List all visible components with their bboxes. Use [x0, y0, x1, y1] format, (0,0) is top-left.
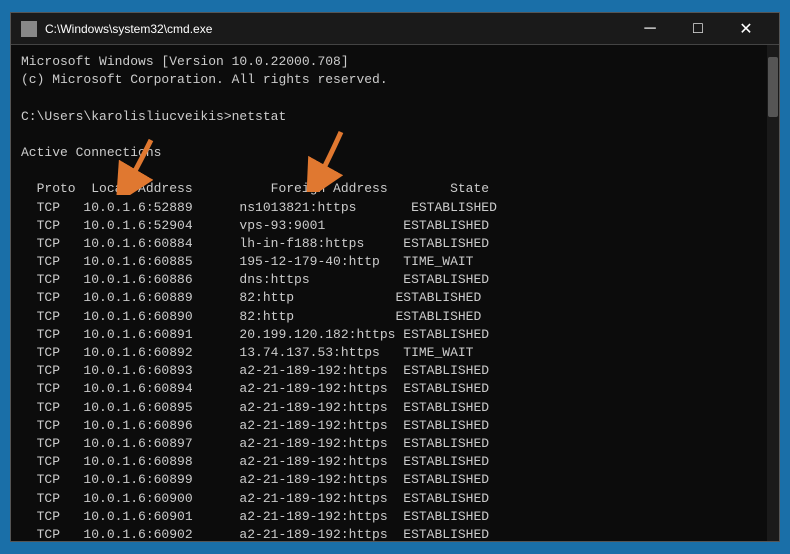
table-row: TCP 10.0.1.6:60886 dns:https ESTABLISHED	[21, 271, 757, 289]
table-body: TCP 10.0.1.6:52889 ns1013821:https ESTAB…	[21, 199, 757, 542]
table-row: TCP 10.0.1.6:60899 a2-21-189-192:https E…	[21, 471, 757, 489]
table-row: TCP 10.0.1.6:60897 a2-21-189-192:https E…	[21, 435, 757, 453]
table-row: TCP 10.0.1.6:60901 a2-21-189-192:https E…	[21, 508, 757, 526]
table-row: TCP 10.0.1.6:60885 195-12-179-40:http TI…	[21, 253, 757, 271]
scrollbar-thumb[interactable]	[768, 57, 778, 117]
output-line-7	[21, 162, 757, 180]
output-line-5	[21, 126, 757, 144]
output-line-2: (c) Microsoft Corporation. All rights re…	[21, 71, 757, 89]
table-row: TCP 10.0.1.6:60890 82:http ESTABLISHED	[21, 308, 757, 326]
table-row: TCP 10.0.1.6:60900 a2-21-189-192:https E…	[21, 490, 757, 508]
table-row: TCP 10.0.1.6:60893 a2-21-189-192:https E…	[21, 362, 757, 380]
titlebar: C:\Windows\system32\cmd.exe ─ □ ✕	[11, 13, 779, 45]
table-row: TCP 10.0.1.6:52904 vps-93:9001 ESTABLISH…	[21, 217, 757, 235]
table-row: TCP 10.0.1.6:60902 a2-21-189-192:https E…	[21, 526, 757, 541]
table-row: TCP 10.0.1.6:60891 20.199.120.182:https …	[21, 326, 757, 344]
window-icon	[21, 21, 37, 37]
minimize-button[interactable]: ─	[627, 13, 673, 45]
table-row: TCP 10.0.1.6:52889 ns1013821:https ESTAB…	[21, 199, 757, 217]
window-title: C:\Windows\system32\cmd.exe	[45, 22, 619, 36]
active-connections-label: Active Connections	[21, 144, 757, 162]
terminal-output[interactable]: Microsoft Windows [Version 10.0.22000.70…	[11, 45, 767, 541]
table-row: TCP 10.0.1.6:60884 lh-in-f188:https ESTA…	[21, 235, 757, 253]
table-header: Proto Local Address Foreign Address Stat…	[21, 180, 757, 198]
terminal-content: Microsoft Windows [Version 10.0.22000.70…	[11, 45, 779, 541]
maximize-button[interactable]: □	[675, 13, 721, 45]
output-line-4: C:\Users\karolisliucveikis>netstat	[21, 108, 757, 126]
window-controls: ─ □ ✕	[627, 13, 769, 45]
cmd-window: C:\Windows\system32\cmd.exe ─ □ ✕ Micros…	[10, 12, 780, 542]
table-row: TCP 10.0.1.6:60895 a2-21-189-192:https E…	[21, 399, 757, 417]
table-row: TCP 10.0.1.6:60898 a2-21-189-192:https E…	[21, 453, 757, 471]
table-row: TCP 10.0.1.6:60889 82:http ESTABLISHED	[21, 289, 757, 307]
close-button[interactable]: ✕	[723, 13, 769, 45]
table-row: TCP 10.0.1.6:60896 a2-21-189-192:https E…	[21, 417, 757, 435]
output-line-3	[21, 89, 757, 107]
table-row: TCP 10.0.1.6:60892 13.74.137.53:https TI…	[21, 344, 757, 362]
scrollbar[interactable]	[767, 45, 779, 541]
table-row: TCP 10.0.1.6:60894 a2-21-189-192:https E…	[21, 380, 757, 398]
output-line-1: Microsoft Windows [Version 10.0.22000.70…	[21, 53, 757, 71]
